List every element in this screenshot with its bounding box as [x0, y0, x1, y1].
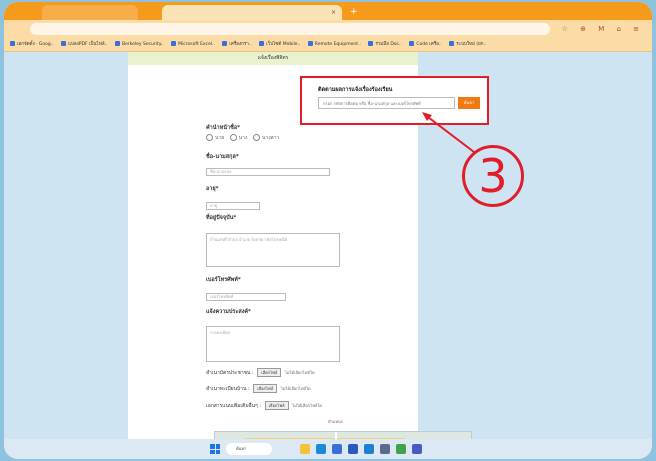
idcard-file-status: ไม่ได้เลือกไฟล์ใด: [284, 370, 315, 375]
other-file-button[interactable]: เลือกไฟล์: [264, 401, 289, 410]
radio-mrs[interactable]: [229, 134, 237, 141]
complaint-form-page: แจ้งเรื่องพิจิตร ติดตามผลการแจ้งเรื่องร้…: [128, 52, 489, 453]
toolbar-icons[interactable]: ☆ ⊕ M ⌂ ≡: [562, 22, 644, 36]
age-label: อายุ*: [206, 186, 219, 192]
name-label: ชื่อ-นามสกุล*: [206, 154, 239, 160]
other-file-status: ไม่ได้เลือกไฟล์ใด: [292, 403, 322, 408]
bookmark-icon: [222, 41, 228, 46]
name-input[interactable]: ชื่อ-นามสกุล: [206, 168, 330, 176]
maps-icon[interactable]: [396, 444, 406, 454]
teams-icon[interactable]: [412, 444, 422, 454]
search-title: ติดตามผลการแจ้งเรื่องร้องเรียน: [318, 87, 393, 93]
mail-icon[interactable]: [364, 444, 374, 454]
bookmark-icon: [61, 41, 67, 46]
browser-tab-bar: × +: [4, 2, 652, 20]
page-header: แจ้งเรื่องพิจิตร: [128, 52, 418, 65]
edge-icon[interactable]: [316, 444, 326, 454]
tracking-search-box: ติดตามผลการแจ้งเรื่องร้องเรียน ค้นหา: [300, 76, 489, 125]
address-label: ที่อยู่ปัจจุบัน*: [206, 215, 237, 221]
bookmark-icon: [449, 41, 455, 46]
step-number-badge: 3: [462, 145, 524, 207]
idcard-file-button[interactable]: เลือกไฟล์: [257, 368, 282, 377]
address-textarea[interactable]: บ้านเลขที่ ตำบล อำเภอ จังหวัด รหัสไปรษณี…: [206, 233, 340, 267]
house-upload-row: สำเนาทะเบียนบ้าน : เลือกไฟล์ ไม่ได้เลือก…: [206, 384, 311, 393]
page-viewport: แจ้งเรื่องพิจิตร ติดตามผลการแจ้งเรื่องร้…: [4, 52, 652, 453]
radio-mr[interactable]: [206, 134, 213, 141]
other-upload-row: เอกสารแนบเพิ่มเติมอื่นๆ : เลือกไฟล์ ไม่ไ…: [206, 401, 322, 410]
house-label: สำเนาทะเบียนบ้าน :: [206, 386, 250, 392]
close-icon[interactable]: ×: [331, 5, 336, 20]
bookmark-item[interactable]: Berkeley Security..: [114, 38, 164, 51]
bookmark-icon: [307, 41, 313, 46]
bookmark-item[interactable]: ระบบใหม่ (ยก..: [449, 38, 486, 51]
bookmark-item[interactable]: Code เครือ..: [409, 38, 442, 51]
search-input[interactable]: [318, 97, 455, 109]
bookmark-icon: [259, 41, 265, 46]
house-file-button[interactable]: เลือกไฟล์: [253, 384, 278, 393]
bookmark-item[interactable]: Microsoft Excel..: [171, 38, 215, 51]
new-tab-button[interactable]: +: [350, 6, 358, 18]
settings-icon[interactable]: [380, 444, 390, 454]
bookmark-icon: [10, 41, 15, 46]
radio-miss[interactable]: [253, 134, 261, 141]
screen: × + ☆ ⊕ M ⌂ ≡ เอกจัดตั้ง · Goog.. แปลงPD…: [4, 2, 652, 459]
windows-start-icon[interactable]: [210, 444, 220, 454]
bookmark-item[interactable]: Remote Equipment..: [307, 38, 361, 51]
address-bar[interactable]: [30, 23, 550, 35]
house-file-status: ไม่ได้เลือกไฟล์ใด: [280, 386, 311, 391]
bookmark-icon: [114, 41, 120, 46]
file-explorer-icon[interactable]: [300, 444, 310, 454]
bookmark-item[interactable]: แปลงPDF เป็นไฟล์..: [61, 38, 108, 51]
taskbar-search[interactable]: ค้นหา: [226, 443, 272, 455]
idcard-upload-row: สำเนาบัตรประชาชน : เลือกไฟล์ ไม่ได้เลือก…: [206, 368, 315, 377]
bookmark-icon: [409, 41, 415, 46]
phone-input[interactable]: เบอร์โทรศัพท์: [206, 293, 286, 301]
detail-textarea[interactable]: รายละเอียด: [206, 326, 340, 362]
bookmark-item[interactable]: เอกจัดตั้ง · Goog..: [10, 38, 54, 51]
browser-tab[interactable]: [42, 5, 138, 20]
bookmark-item[interactable]: เครื่องกรา..: [222, 38, 252, 51]
browser-tab-active[interactable]: ×: [162, 5, 342, 20]
browser-toolbar: ☆ ⊕ M ⌂ ≡: [4, 20, 652, 38]
detail-label: แจ้งความประสงค์*: [206, 309, 251, 315]
other-label: เอกสารแนบเพิ่มเติมอื่นๆ :: [206, 403, 262, 409]
bookmarks-bar: เอกจัดตั้ง · Goog.. แปลงPDF เป็นไฟล์.. B…: [4, 38, 652, 52]
age-input[interactable]: อายุ: [206, 202, 260, 210]
bookmark-icon: [171, 41, 177, 46]
bookmark-icon: [368, 41, 374, 46]
windows-taskbar: ค้นหา: [4, 439, 652, 459]
chrome-icon[interactable]: [332, 444, 342, 454]
prefix-radio-group: นาย นาง นางสาว: [206, 134, 283, 142]
bookmark-item[interactable]: ร่วมมือ Doc..: [368, 38, 402, 51]
prefix-label: คำนำหน้าชื่อ*: [206, 125, 241, 131]
map-label: ตำแหน่ง: [328, 419, 343, 424]
store-icon[interactable]: [348, 444, 358, 454]
bookmark-item[interactable]: เว็บไซต์ Mobile..: [259, 38, 300, 51]
phone-label: เบอร์โทรศัพท์*: [206, 277, 241, 283]
search-button[interactable]: ค้นหา: [458, 97, 480, 109]
idcard-label: สำเนาบัตรประชาชน :: [206, 370, 254, 376]
